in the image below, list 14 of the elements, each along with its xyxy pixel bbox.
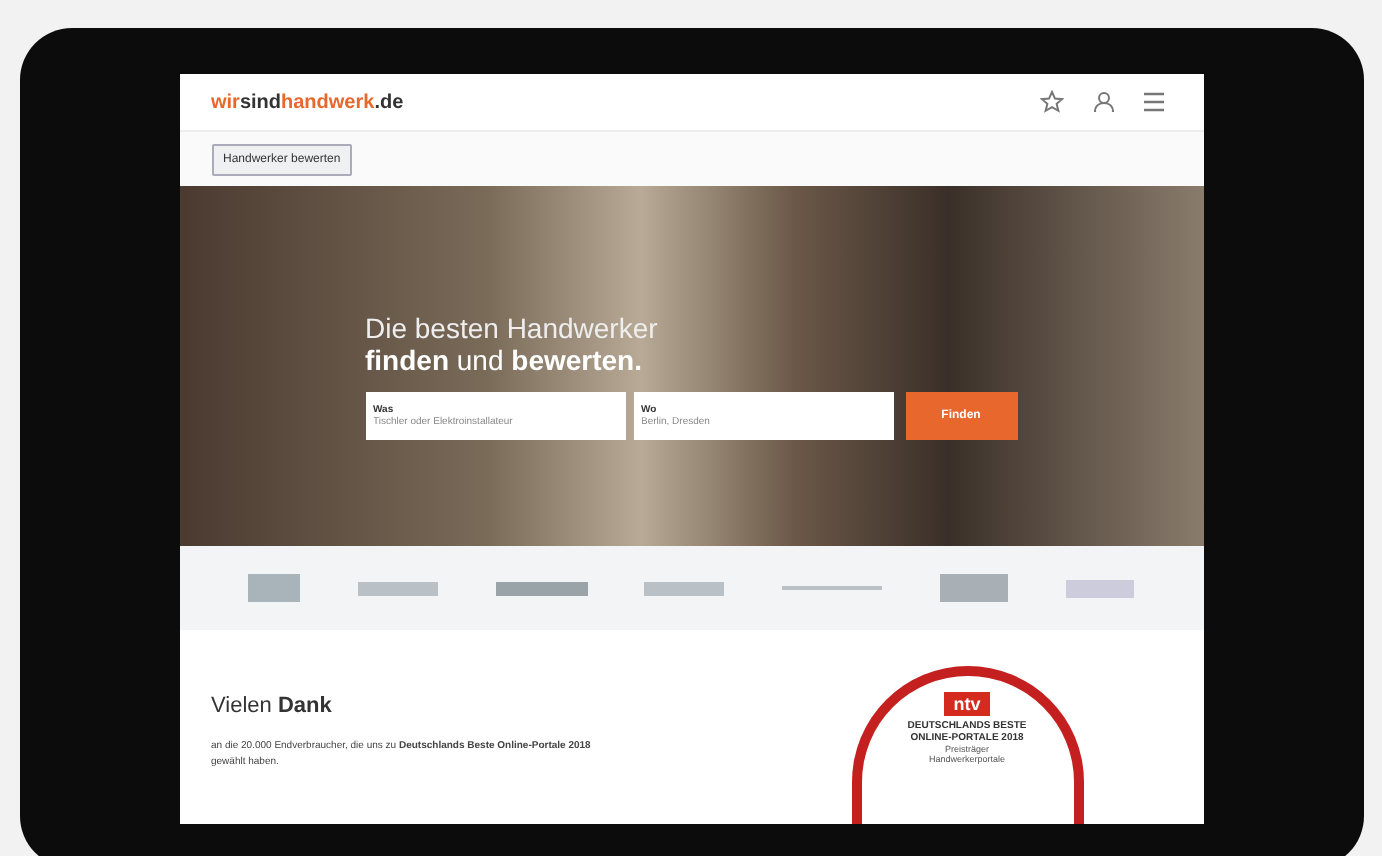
user-icon[interactable]	[1091, 90, 1115, 114]
partner-logo	[644, 581, 725, 595]
partner-logo	[495, 581, 588, 595]
hero-subline: finden und bewerten.	[365, 344, 642, 376]
section-title: Vielen Dank	[211, 694, 334, 718]
ntv-logo: ntv	[943, 692, 991, 716]
star-icon[interactable]	[1039, 90, 1063, 114]
partner-logo	[1065, 579, 1134, 597]
site-logo[interactable]: wirsindhandwerk.de	[211, 91, 404, 113]
hero-headline: Die besten Handwerker	[365, 312, 658, 344]
partner-logo	[940, 574, 1009, 602]
partner-logo	[357, 581, 438, 595]
partner-logo	[247, 574, 300, 602]
menu-icon[interactable]	[1143, 90, 1163, 114]
